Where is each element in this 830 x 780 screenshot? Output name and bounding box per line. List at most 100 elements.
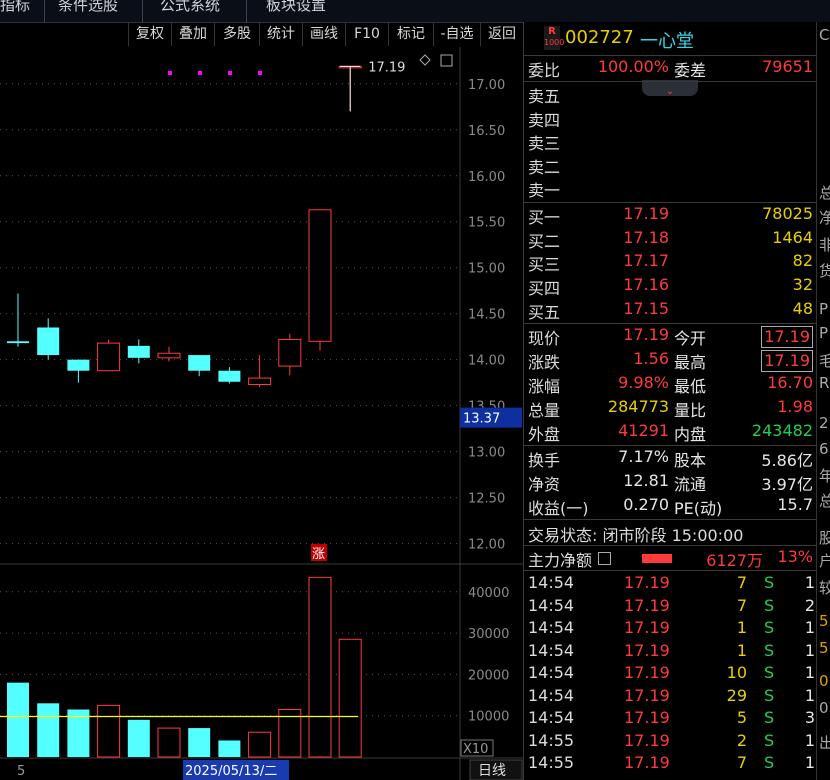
market-badge: R 1000: [544, 26, 565, 50]
tick-side: S: [764, 708, 775, 727]
bid-volume: 1464: [772, 227, 813, 247]
market-badge-letter: R: [548, 26, 556, 37]
menu-item-formula-system[interactable]: 公式系统: [160, 0, 220, 15]
stat-value: 17.19: [623, 325, 669, 344]
bid-level-row: 买三 17.17 82: [524, 251, 817, 275]
price-tick-label: 15.50: [468, 216, 505, 231]
date-axis-label: 5: [17, 764, 25, 779]
candle: [97, 339, 121, 372]
divider: [524, 202, 817, 203]
toolbar-multi-stock-button[interactable]: 多股: [214, 23, 259, 46]
toolbar-adjust-button[interactable]: 复权: [128, 23, 171, 46]
toolbar-mark-button[interactable]: 标记: [388, 23, 433, 46]
bid-volume: 78025: [762, 204, 813, 223]
volume-bar: [7, 682, 29, 757]
tick-count: 2: [804, 595, 815, 615]
tick-side: S: [764, 663, 775, 682]
side-strip-char: C: [819, 26, 830, 44]
price-tick-label: 17.00: [468, 78, 505, 93]
fundamental-row: 收益(一) 0.270 PE(动) 15.7: [524, 495, 817, 519]
main-flow-label: 主力净额: [528, 551, 593, 570]
bid-level-label: 买一: [528, 208, 561, 227]
price-tick-label: 14.50: [468, 308, 505, 323]
tick-price: 17.19: [624, 708, 670, 727]
price-gridlines: [0, 83, 460, 545]
candle: [308, 209, 332, 351]
tick-side: S: [764, 640, 775, 660]
stat-value: 17.19: [761, 326, 813, 348]
toolbar-back-button[interactable]: 返回: [480, 23, 523, 46]
diamond-icon[interactable]: [419, 54, 431, 66]
stat-value: 284773: [607, 397, 669, 416]
price-tick-label: 12.00: [468, 538, 505, 553]
tick-row: 14:54 17.19 1 S 1: [524, 618, 817, 642]
volume-tick-label: 40000: [468, 586, 509, 601]
weibi-value: 100.00%: [597, 57, 669, 76]
stat-label: 量比: [674, 401, 707, 420]
tick-side: S: [764, 595, 775, 615]
toolbar-f10-button[interactable]: F10: [345, 23, 388, 46]
side-strip-char: 5: [819, 612, 829, 630]
tick-row: 14:54 17.19 5 S 3: [524, 708, 817, 732]
list-icon[interactable]: [598, 552, 611, 565]
divider: [524, 323, 817, 324]
tick-price: 17.19: [624, 753, 670, 772]
stat-row: 涨跌 1.56 最高 17.19: [524, 349, 817, 373]
tick-row: 14:54 17.19 7 S 2: [524, 596, 817, 620]
toolbar-statistics-button[interactable]: 统计: [259, 23, 302, 46]
menu-item-sector-settings[interactable]: 板块设置: [266, 0, 326, 15]
tick-time: 14:54: [528, 685, 575, 705]
price-tick-label: 16.50: [468, 124, 505, 139]
limit-up-badge-text: 涨: [312, 547, 325, 562]
toolbar-draw-line-button[interactable]: 画线: [302, 23, 345, 46]
bid-volume: 48: [792, 298, 813, 318]
tick-volume: 1: [736, 640, 747, 660]
price-tick-label: 13.00: [468, 446, 505, 461]
menu-item-stock-screener[interactable]: 条件选股: [58, 0, 118, 15]
chart-annotations: 17.19 13.37 涨 X10 5 2025/05/13/二 日线: [0, 47, 523, 780]
tick-count: 1: [804, 730, 815, 750]
volume-bar: [188, 728, 211, 757]
tick-volume: 7: [736, 573, 747, 592]
ask-level-row: 卖四: [524, 107, 817, 131]
market-badge-number: 1000: [544, 38, 565, 47]
side-strip-char: 非: [819, 234, 830, 255]
volume-unit-label: X10: [463, 742, 488, 757]
stock-name[interactable]: 一心堂: [640, 27, 694, 53]
tick-price: 17.19: [624, 573, 670, 592]
tick-price: 17.19: [624, 595, 670, 615]
volume-bar: [308, 576, 332, 758]
kline-chart[interactable]: 17.0016.5016.0015.5015.0014.5014.0013.50…: [0, 47, 523, 780]
weibi-label: 委比: [528, 61, 561, 80]
fundamental-value: 3.97亿: [761, 475, 813, 494]
volume-axis: 40000 30000 20000 10000: [468, 586, 509, 725]
price-tick-label: 15.00: [468, 262, 505, 277]
tick-price: 17.19: [624, 618, 670, 637]
trade-status-row: 交易状态: 闭市阶段 15:00:00: [524, 522, 817, 546]
bid-level-label: 买五: [528, 302, 561, 322]
stat-value: 17.19: [761, 350, 813, 372]
menu-item-indicators[interactable]: 指标: [0, 0, 30, 15]
stat-row: 现价 17.19 今开 17.19: [524, 325, 817, 349]
price-tick-label: 16.00: [468, 170, 505, 185]
tick-time: 14:54: [528, 595, 575, 615]
divider: [524, 55, 817, 56]
menu-separator: [142, 0, 143, 22]
ask-level-label: 卖五: [528, 87, 561, 106]
signal-marker: [258, 71, 262, 75]
tick-side: S: [764, 685, 775, 705]
window-toggle-icon[interactable]: [440, 54, 453, 67]
fundamental-value: 7.17%: [618, 447, 669, 466]
toolbar-remove-watchlist-button[interactable]: -自选: [433, 23, 480, 46]
side-strip-char: 股: [819, 527, 830, 548]
bid-level-row: 买二 17.18 1464: [524, 228, 817, 252]
side-strip-char: 毛: [819, 350, 830, 371]
stat-label: 现价: [528, 329, 561, 348]
side-strip-char: 5: [819, 639, 829, 657]
chart-toolbar: 复权 叠加 多股 统计 画线 F10 标记 -自选 返回: [0, 23, 523, 47]
ask-level-label: 卖二: [528, 157, 561, 177]
toolbar-overlay-button[interactable]: 叠加: [171, 23, 214, 46]
side-strip-char: 0: [819, 672, 829, 690]
stat-label: 最高: [674, 353, 707, 372]
volume-tick-label: 30000: [468, 627, 509, 642]
